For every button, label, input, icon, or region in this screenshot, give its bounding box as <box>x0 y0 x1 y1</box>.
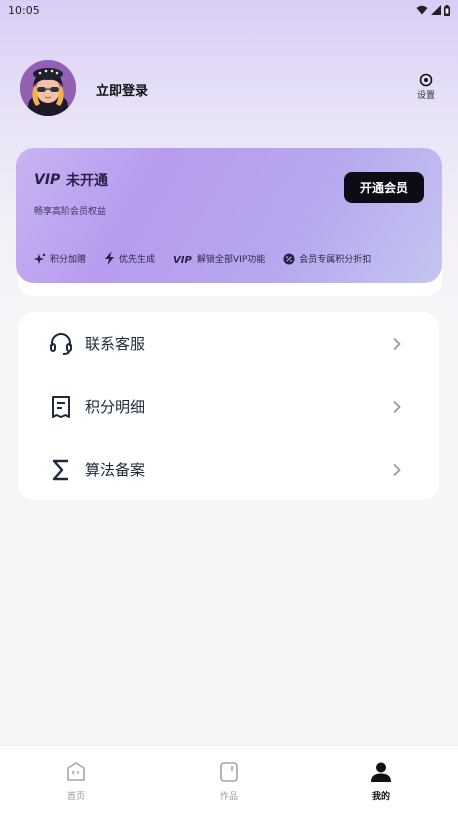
login-link[interactable]: 立即登录 <box>96 80 148 99</box>
status-icons <box>416 4 450 16</box>
tab-label: 首页 <box>66 792 85 802</box>
perk-item: VIP 解锁全部VIP功能 <box>173 252 265 265</box>
vip-status: 未开通 <box>66 173 108 189</box>
status-bar: 10:05 <box>0 0 458 20</box>
chevron-right-icon <box>393 463 401 476</box>
bottom-tab-bar: 首页 作品 我的 <box>0 745 458 814</box>
lightning-icon <box>105 252 115 265</box>
works-icon <box>220 762 238 782</box>
signal-icon <box>431 5 441 15</box>
tab-profile[interactable]: 我的 <box>341 746 421 814</box>
tab-label: 我的 <box>371 792 390 802</box>
sigma-icon <box>48 457 74 483</box>
avatar[interactable] <box>20 60 76 116</box>
open-vip-button[interactable]: 开通会员 <box>344 172 424 203</box>
perk-label: 解锁全部VIP功能 <box>197 255 266 265</box>
tab-works[interactable]: 作品 <box>189 746 269 814</box>
tab-label: 作品 <box>219 792 238 802</box>
tab-home[interactable]: 首页 <box>36 746 116 814</box>
vip-perks: 积分加赠 优先生成 VIP 解锁全部VIP功能 会员专属积分折扣 <box>34 252 434 265</box>
perk-item: 会员专属积分折扣 <box>283 252 371 265</box>
settings-icon <box>419 73 433 87</box>
menu-item-algorithm-filing[interactable]: 算法备案 <box>18 438 439 501</box>
perk-label: 会员专属积分折扣 <box>299 255 372 265</box>
vip-description: 畅享高阶会员权益 <box>34 207 107 217</box>
perk-item: 优先生成 <box>104 252 155 265</box>
settings-label: 设置 <box>416 91 435 101</box>
receipt-icon <box>48 394 74 420</box>
wifi-icon <box>416 5 428 15</box>
menu-label: 积分明细 <box>85 398 146 416</box>
settings-button[interactable]: 设置 <box>412 73 440 101</box>
menu-label: 联系客服 <box>85 335 146 353</box>
status-time: 10:05 <box>8 3 40 17</box>
battery-icon <box>444 4 450 16</box>
home-icon <box>67 762 85 781</box>
vip-logo-icon: VIP <box>34 172 61 187</box>
vip-icon: VIP <box>173 255 192 264</box>
menu-item-points-detail[interactable]: 积分明细 <box>18 375 439 438</box>
discount-icon <box>283 253 295 264</box>
profile-icon <box>371 762 391 782</box>
vip-card[interactable]: VIP 未开通 畅享高阶会员权益 开通会员 积分加赠 优先生成 VIP 解锁全部… <box>16 148 442 283</box>
perk-label: 积分加赠 <box>50 255 87 265</box>
menu-label: 算法备案 <box>85 461 146 479</box>
profile-avatar-wrap[interactable] <box>20 60 76 116</box>
headset-icon <box>48 331 74 357</box>
menu-item-customer-service[interactable]: 联系客服 <box>18 312 439 375</box>
vip-logo: VIP <box>34 171 62 187</box>
perk-item: 积分加赠 <box>34 252 86 265</box>
sparkle-icon <box>34 253 46 264</box>
chevron-right-icon <box>393 400 401 413</box>
svg-text:VIP: VIP <box>34 172 61 187</box>
menu-card: 联系客服 积分明细 算法备案 <box>18 312 439 500</box>
avatar-illustration <box>20 60 76 116</box>
chevron-right-icon <box>393 337 401 350</box>
perk-label: 优先生成 <box>119 255 156 265</box>
svg-text:VIP: VIP <box>173 255 192 264</box>
